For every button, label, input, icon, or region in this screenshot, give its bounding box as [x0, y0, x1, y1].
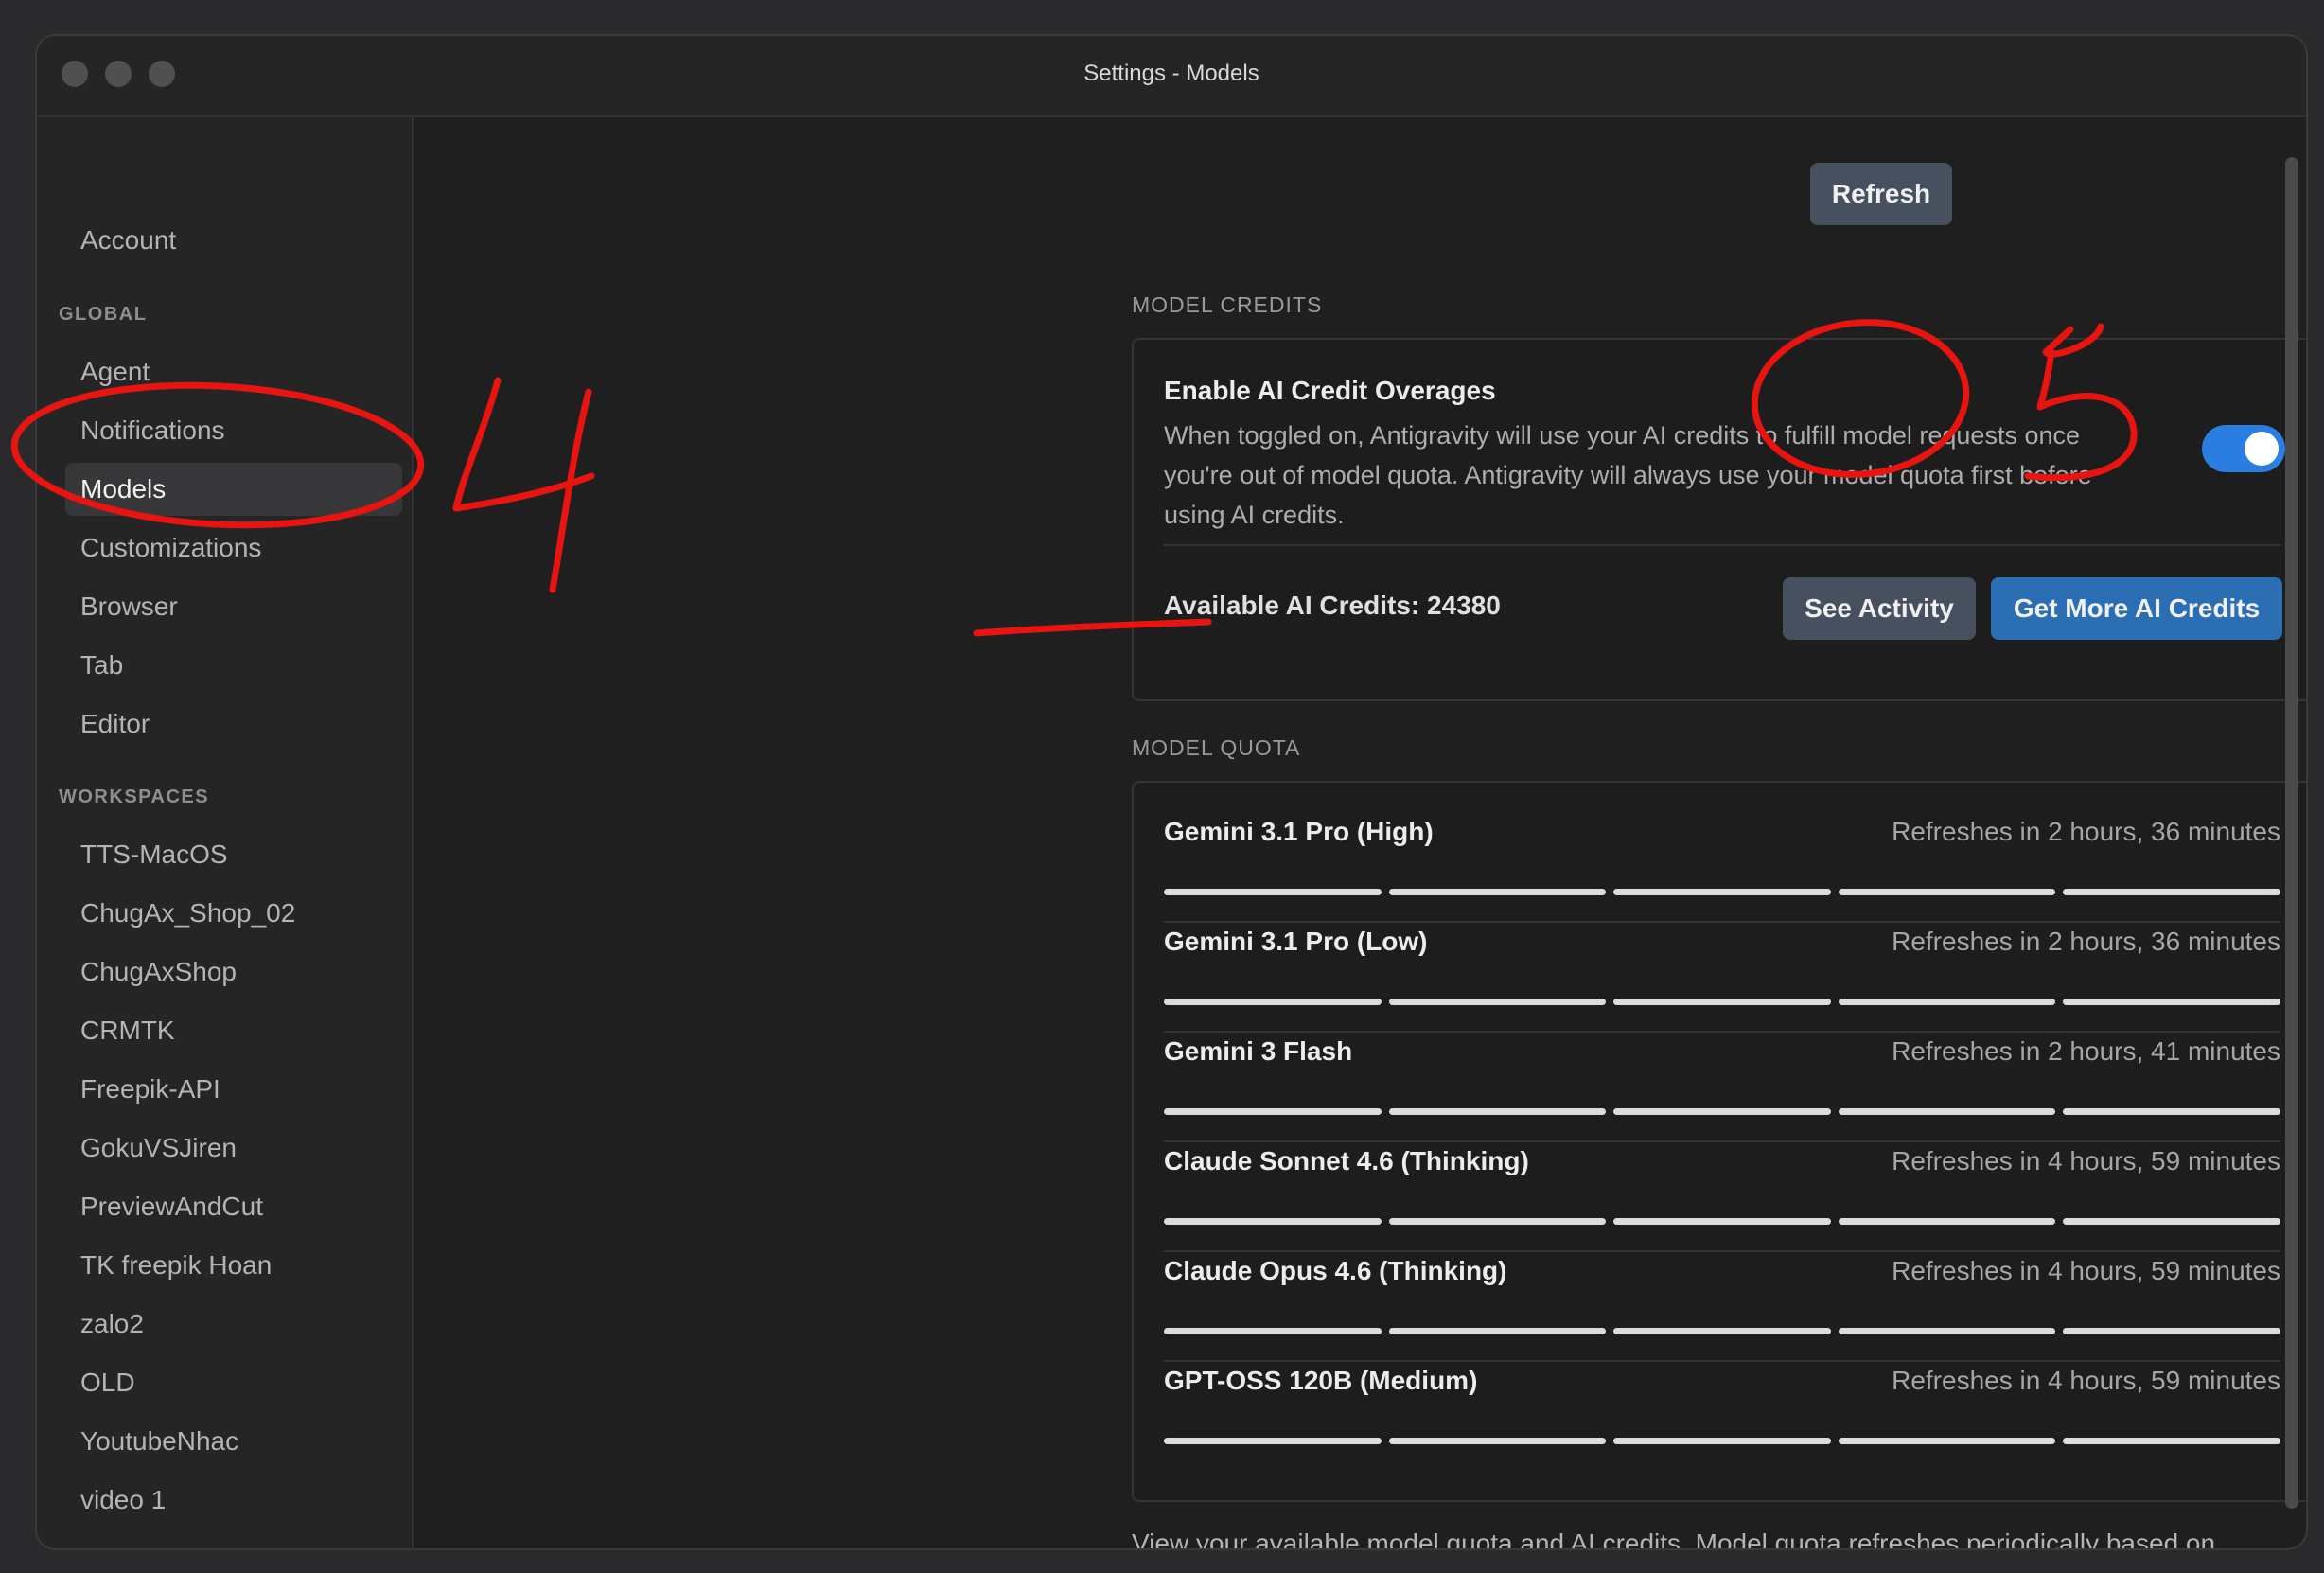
refresh-button[interactable]: Refresh [1810, 163, 1952, 225]
sidebar-item-workspace[interactable]: TK freepik Hoan [65, 1239, 402, 1292]
quota-segment [2063, 1438, 2280, 1444]
sidebar-item-workspace[interactable]: TTS-MacOS [65, 828, 402, 881]
model-credits-heading: MODEL CREDITS [1132, 292, 1323, 317]
overage-description: When toggled on, Antigravity will use yo… [1164, 421, 2092, 529]
sidebar-item-agent[interactable]: Agent [65, 345, 402, 398]
sidebar-item-workspace[interactable]: video 1 [65, 1474, 402, 1527]
sidebar-item-workspace[interactable]: zalo2 [65, 1298, 402, 1351]
sidebar-item-editor[interactable]: Editor [65, 698, 402, 751]
sidebar-item-notifications[interactable]: Notifications [65, 404, 402, 457]
sidebar-item-workspace[interactable]: YoutubeNhac [65, 1415, 402, 1468]
sidebar-item-browser[interactable]: Browser [65, 580, 402, 633]
sidebar-section-workspaces: WORKSPACES [59, 786, 210, 807]
settings-sidebar: Account GLOBAL Agent Notifications Model… [37, 117, 414, 1548]
settings-window: Settings - Models Account GLOBAL Agent N… [35, 34, 2308, 1550]
scrollbar-thumb[interactable] [2285, 157, 2298, 1509]
model-name: Claude Opus 4.6 (Thinking) [1164, 1256, 1507, 1285]
quota-row: Claude Opus 4.6 (Thinking) Refreshes in … [1164, 1222, 2280, 1334]
sidebar-section-global: GLOBAL [59, 304, 148, 325]
model-name: Claude Sonnet 4.6 (Thinking) [1164, 1146, 1529, 1175]
sidebar-item-workspace[interactable]: Freepik-API [65, 1063, 402, 1116]
annotation-label-5: 5 [0, 0, 1, 1]
sidebar-item-models[interactable]: Models [65, 463, 402, 516]
window-title: Settings - Models [1083, 61, 1259, 86]
refresh-time: Refreshes in 2 hours, 41 minutes [1892, 1036, 2280, 1066]
divider [1164, 544, 2280, 546]
model-quota-heading: MODEL QUOTA [1132, 735, 1301, 760]
toggle-knob [2245, 432, 2279, 466]
sidebar-item-tab[interactable]: Tab [65, 639, 402, 692]
sidebar-item-workspace[interactable]: ChugAx_Shop_02 [65, 887, 402, 940]
overage-title: Enable AI Credit Overages [1164, 376, 1496, 405]
sidebar-item-workspace[interactable]: 11_Antigravity [65, 1532, 402, 1548]
sidebar-item-customizations[interactable]: Customizations [65, 521, 402, 574]
refresh-time: Refreshes in 4 hours, 59 minutes [1892, 1366, 2280, 1395]
quota-row: Gemini 3.1 Pro (High) Refreshes in 2 hou… [1164, 783, 2280, 895]
sidebar-item-workspace[interactable]: ChugAxShop [65, 946, 402, 999]
annotation-label-4: 4 [0, 0, 1, 1]
quota-bar [1164, 1438, 2280, 1444]
model-name: Gemini 3 Flash [1164, 1036, 1353, 1066]
sidebar-item-workspace[interactable]: OLD [65, 1356, 402, 1409]
quota-row: GPT-OSS 120B (Medium) Refreshes in 4 hou… [1164, 1332, 2280, 1444]
refresh-time: Refreshes in 4 hours, 59 minutes [1892, 1256, 2280, 1285]
quota-segment [1388, 1438, 1607, 1444]
available-credits-label: Available AI Credits: 24380 [1164, 591, 1501, 620]
get-more-credits-button[interactable]: Get More AI Credits [1991, 577, 2282, 640]
see-activity-button[interactable]: See Activity [1783, 577, 1976, 640]
sidebar-item-account[interactable]: Account [65, 214, 402, 267]
model-credits-card: Enable AI Credit Overages When toggled o… [1132, 338, 2306, 701]
model-name: Gemini 3.1 Pro (Low) [1164, 927, 1428, 956]
refresh-time: Refreshes in 4 hours, 59 minutes [1892, 1146, 2280, 1175]
sidebar-item-workspace[interactable]: GokuVSJiren [65, 1122, 402, 1175]
sidebar-item-workspace[interactable]: CRMTK [65, 1004, 402, 1057]
model-quota-card: Gemini 3.1 Pro (High) Refreshes in 2 hou… [1132, 781, 2306, 1502]
title-bar: Settings - Models [37, 36, 2306, 117]
sidebar-item-workspace[interactable]: PreviewAndCut [65, 1180, 402, 1233]
model-name: GPT-OSS 120B (Medium) [1164, 1366, 1478, 1395]
quota-segment [1613, 1438, 1831, 1444]
quota-row: Gemini 3 Flash Refreshes in 2 hours, 41 … [1164, 1002, 2280, 1115]
refresh-time: Refreshes in 2 hours, 36 minutes [1892, 927, 2280, 956]
model-name: Gemini 3.1 Pro (High) [1164, 817, 1434, 846]
footer-description: View your available model quota and AI c… [1132, 1529, 2216, 1550]
quota-segment [1838, 1438, 2056, 1444]
quota-segment [1164, 1438, 1382, 1444]
refresh-time: Refreshes in 2 hours, 36 minutes [1892, 817, 2280, 846]
quota-row: Claude Sonnet 4.6 (Thinking) Refreshes i… [1164, 1112, 2280, 1225]
overage-toggle[interactable] [2202, 425, 2285, 472]
settings-content: Refresh MODEL CREDITS Enable AI Credit O… [414, 117, 2306, 1548]
quota-row: Gemini 3.1 Pro (Low) Refreshes in 2 hour… [1164, 893, 2280, 1005]
